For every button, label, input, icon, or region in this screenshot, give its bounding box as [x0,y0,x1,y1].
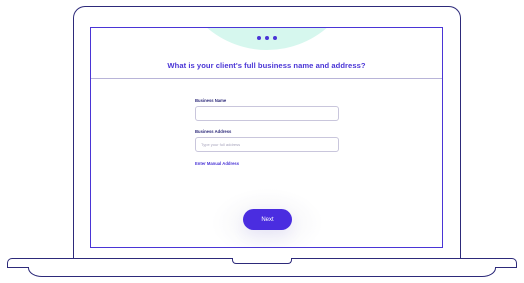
laptop-notch [232,258,292,264]
laptop-mockup: What is your client's full business name… [0,0,524,283]
enter-manual-address-link[interactable]: Enter Manual Address [195,161,239,166]
question-title: What is your client's full business name… [167,61,366,70]
business-name-label: Business Name [195,98,227,103]
progress-dots [91,36,442,40]
business-address-input[interactable] [195,137,339,152]
business-form: Business Name Business Address Enter Man… [195,98,339,170]
business-name-input[interactable] [195,106,339,121]
progress-dot [256,36,261,40]
progress-dot [272,36,277,40]
progress-dot [264,36,269,40]
divider [91,78,442,79]
laptop-screen: What is your client's full business name… [90,27,443,248]
laptop-base-bottom [28,267,496,277]
next-button[interactable]: Next [243,209,292,230]
business-address-label: Business Address [195,129,232,134]
